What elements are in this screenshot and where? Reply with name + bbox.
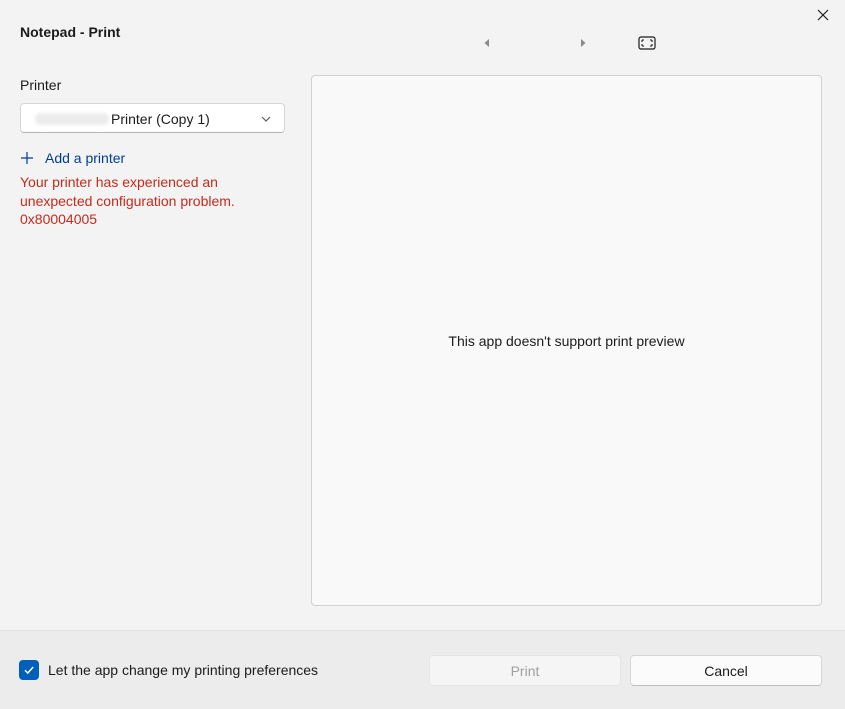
dialog-title: Notepad - Print — [20, 24, 121, 40]
print-button[interactable]: Print — [429, 655, 621, 686]
add-printer-label: Add a printer — [45, 150, 126, 166]
close-button[interactable] — [806, 0, 840, 30]
dialog-footer: Let the app change my printing preferenc… — [0, 630, 845, 709]
printer-selected-value: Printer (Copy 1) — [111, 111, 210, 127]
printer-dropdown[interactable]: Printer (Copy 1) — [20, 103, 285, 133]
next-page-button[interactable] — [574, 34, 592, 52]
add-printer-link[interactable]: Add a printer — [20, 149, 125, 167]
checkmark-icon — [24, 666, 34, 675]
chevron-down-icon — [261, 116, 271, 122]
printer-label: Printer — [20, 77, 62, 93]
print-dialog: Notepad - Print Printer Printer (Copy 1) — [0, 0, 845, 709]
fit-page-icon — [638, 36, 656, 50]
fit-to-page-button[interactable] — [636, 34, 658, 52]
preview-unsupported-message: This app doesn't support print preview — [448, 333, 685, 349]
caret-right-icon — [581, 39, 586, 47]
caret-left-icon — [484, 39, 489, 47]
app-preferences-checkbox[interactable]: Let the app change my printing preferenc… — [19, 660, 318, 680]
checkbox-label: Let the app change my printing preferenc… — [48, 662, 319, 678]
redacted-printer-name — [35, 113, 109, 125]
close-icon — [817, 9, 829, 21]
cancel-button[interactable]: Cancel — [630, 655, 822, 686]
plus-icon — [21, 152, 33, 164]
checkbox-box[interactable] — [19, 660, 39, 680]
print-preview-area: This app doesn't support print preview — [311, 75, 822, 606]
previous-page-button[interactable] — [478, 34, 496, 52]
printer-error-message: Your printer has experienced an unexpect… — [20, 174, 235, 227]
